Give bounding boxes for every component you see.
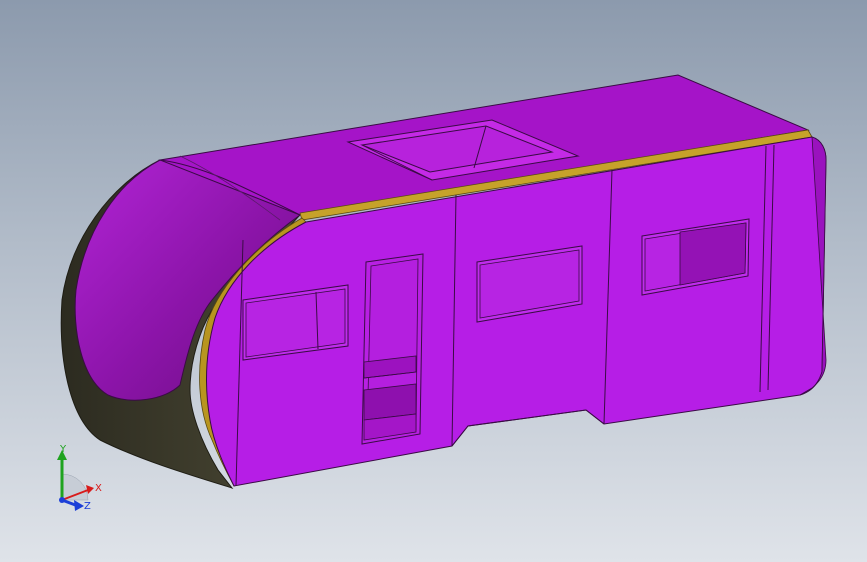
z-axis-arrow [74, 500, 84, 511]
graphics-viewport[interactable]: Y X Z [0, 0, 867, 562]
z-axis-label: Z [84, 501, 91, 512]
coordinate-triad: Y X Z [48, 440, 118, 520]
triad-axes [57, 450, 94, 511]
entry-door[interactable] [361, 253, 424, 445]
caravan-3d-model[interactable] [0, 0, 867, 562]
y-axis-label: Y [60, 444, 67, 455]
x-axis-label: X [95, 483, 102, 494]
